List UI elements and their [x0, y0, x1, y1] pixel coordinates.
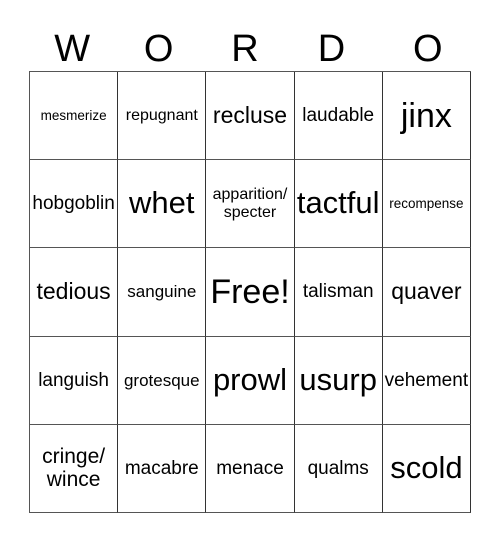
bingo-cell[interactable]: vehement [382, 336, 471, 425]
bingo-cell-label: grotesque [123, 370, 200, 390]
bingo-cell[interactable]: Free! [206, 248, 295, 337]
bingo-cell-label: menace [216, 457, 284, 479]
bingo-card: W O R D O mesmerize repugnant recluse lauda… [0, 0, 500, 544]
bingo-cell[interactable]: macabre [118, 424, 207, 513]
bingo-cell[interactable]: quaver [382, 248, 471, 337]
bingo-cell[interactable]: usurp [294, 336, 383, 425]
bingo-cell-label: whet [129, 185, 195, 221]
header-letter-2: O [143, 28, 174, 70]
bingo-cell-label: vehement [384, 369, 469, 391]
bingo-cell-label: usurp [299, 361, 377, 397]
header-letter-1: W [54, 28, 91, 70]
bingo-cell-label: tactful [296, 185, 380, 221]
bingo-cell-label: Free! [210, 272, 290, 311]
bingo-cell[interactable]: tedious [30, 248, 119, 337]
bingo-cell-label: quaver [391, 278, 462, 305]
bingo-cell[interactable]: hobgoblin [30, 160, 119, 249]
bingo-cell-label: qualms [307, 457, 369, 479]
bingo-cell-label: talisman [302, 281, 374, 303]
bingo-cell-label: languish [38, 369, 109, 391]
bingo-cell[interactable]: recompense [382, 160, 471, 249]
header-letter-5: O [413, 28, 443, 70]
bingo-cell[interactable]: qualms [294, 424, 383, 513]
bingo-cell[interactable]: whet [118, 160, 207, 249]
bingo-cell[interactable]: tactful [294, 160, 383, 249]
bingo-cell-label: sanguine [127, 282, 197, 302]
bingo-cell[interactable]: mesmerize [30, 72, 119, 161]
bingo-cell-label: recompense [389, 196, 464, 212]
bingo-cell[interactable]: recluse [206, 72, 295, 161]
bingo-cell-label: mesmerize [40, 108, 107, 124]
bingo-header: W O R D O [29, 18, 471, 71]
bingo-cell-label: scold [390, 450, 463, 486]
bingo-cell-label: hobgoblin [32, 193, 115, 215]
header-letter-4: D [317, 28, 346, 70]
header-letter-3: R [231, 28, 259, 70]
bingo-cell-label: macabre [124, 457, 199, 479]
bingo-cell[interactable]: sanguine [118, 248, 207, 337]
bingo-cell[interactable]: jinx [382, 72, 471, 161]
bingo-cell-label: recluse [212, 101, 288, 128]
bingo-cell[interactable]: apparition/ specter [206, 160, 295, 249]
bingo-cell-label: jinx [400, 96, 452, 135]
bingo-cell-label: cringe/ wince [42, 444, 106, 492]
bingo-cell[interactable]: languish [30, 336, 119, 425]
bingo-cell[interactable]: menace [206, 424, 295, 513]
bingo-cell-label: prowl [212, 361, 288, 397]
bingo-cell[interactable]: scold [382, 424, 471, 513]
bingo-grid: mesmerize repugnant recluse laudable jinx hob… [29, 71, 471, 513]
bingo-cell[interactable]: grotesque [118, 336, 207, 425]
bingo-cell-label: laudable [302, 104, 375, 126]
bingo-cell[interactable]: repugnant [118, 72, 207, 161]
bingo-cell-label: repugnant [125, 106, 198, 124]
bingo-cell[interactable]: cringe/ wince [30, 424, 119, 513]
bingo-cell[interactable]: prowl [206, 336, 295, 425]
bingo-cell-label: apparition/ specter [212, 185, 288, 221]
bingo-cell-label: tedious [36, 278, 111, 305]
bingo-cell[interactable]: laudable [294, 72, 383, 161]
bingo-cell[interactable]: talisman [294, 248, 383, 337]
